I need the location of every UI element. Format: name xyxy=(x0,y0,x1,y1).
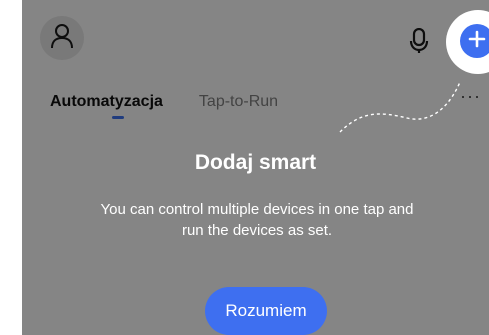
got-it-button[interactable]: Rozumiem xyxy=(205,287,327,335)
plus-icon xyxy=(468,30,486,53)
tab-tap-to-run[interactable]: Tap-to-Run xyxy=(199,93,278,111)
microphone-icon xyxy=(408,27,430,58)
more-dots-icon[interactable]: ··· xyxy=(460,86,481,107)
user-icon xyxy=(50,23,74,54)
profile-avatar-button[interactable] xyxy=(40,16,84,60)
voice-button[interactable] xyxy=(408,27,430,54)
coach-description: You can control multiple devices in one … xyxy=(100,201,414,239)
tab-bar: Automatyzacja Tap-to-Run xyxy=(50,88,278,116)
add-automation-button[interactable] xyxy=(460,24,489,58)
app-screen: Automatyzacja Tap-to-Run ··· Dodaj smart… xyxy=(22,0,489,335)
coach-title: Dodaj smart xyxy=(194,151,317,174)
active-tab-indicator xyxy=(112,116,124,119)
tab-automatyzacja[interactable]: Automatyzacja xyxy=(50,93,163,111)
